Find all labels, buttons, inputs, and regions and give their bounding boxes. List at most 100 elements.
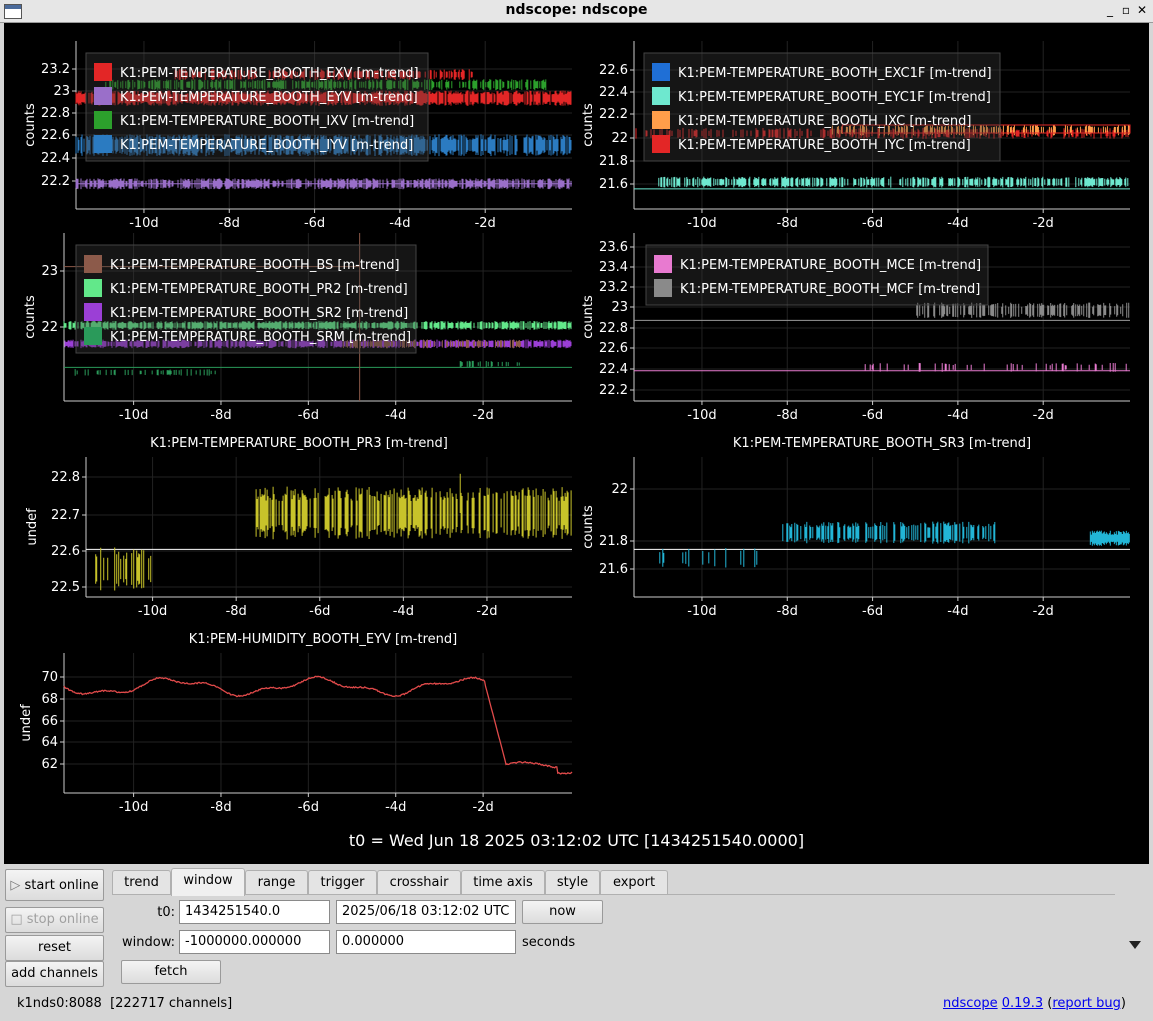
legend-label[interactable]: K1:PEM-TEMPERATURE_BOOTH_MCF [m-trend] [680, 282, 980, 297]
trace-band [1089, 530, 1130, 546]
plot-1-ylabel: counts [23, 103, 38, 147]
plot-area[interactable]: -10d -8d -6d -4d -2d 23.2 23 22.8 22.6 22.4 22.2 co… [4, 23, 1149, 864]
legend-swatch [94, 135, 112, 153]
legend-label[interactable]: K1:PEM-TEMPERATURE_BOOTH_SRM [m-trend] [110, 330, 411, 345]
plot-4-ytick-label: 23.6 [599, 240, 628, 255]
plot-4-ytick-label: 22.6 [599, 341, 628, 356]
add-channels-button[interactable]: add channels [5, 961, 104, 987]
tab-trend[interactable]: trend [112, 870, 171, 895]
plot-5-xtick-label: -2d [476, 604, 497, 619]
maximize-icon[interactable]: ▫ [1118, 2, 1134, 18]
t0-date-input[interactable]: 2025/06/18 03:12:02 UTC [336, 900, 516, 924]
ndscope-link[interactable]: ndscope [943, 996, 998, 1011]
plot-4-ylabel: counts [581, 295, 596, 339]
tab-style[interactable]: style [545, 870, 600, 895]
plot-6-ytick-label: 22 [611, 482, 628, 497]
plot-7-ylabel: undef [19, 704, 34, 742]
trace-band [782, 521, 996, 544]
minimize-icon[interactable]: _ [1102, 2, 1118, 18]
close-icon[interactable]: ✕ [1134, 2, 1150, 18]
plot-7-xtick-label: -2d [472, 800, 493, 815]
plot-5-title: K1:PEM-TEMPERATURE_BOOTH_PR3 [m-trend] [150, 436, 448, 451]
trace-band [74, 369, 216, 376]
plot-7-xtick-label: -8d [210, 800, 231, 815]
window-titlebar: ndscope: ndscope _ ▫ ✕ [0, 0, 1153, 23]
now-button[interactable]: now [522, 900, 603, 924]
tab-trigger[interactable]: trigger [308, 870, 377, 895]
trace-path [255, 486, 572, 540]
trace-path [658, 176, 1129, 188]
legend-label[interactable]: K1:PEM-TEMPERATURE_BOOTH_IYC [m-trend] [678, 138, 971, 153]
tab-range[interactable]: range [245, 870, 308, 895]
plot-6-xtick-label: -8d [777, 604, 798, 619]
tab-window[interactable]: window [171, 868, 245, 896]
legend-swatch [652, 63, 670, 81]
plot-2-xtick-label: -2d [1033, 216, 1054, 231]
plot-6-ytick-label: 21.6 [599, 562, 628, 577]
plot-1-xtick-label: -4d [389, 216, 410, 231]
legend-label[interactable]: K1:PEM-TEMPERATURE_BOOTH_IXV [m-trend] [120, 114, 414, 129]
tab-time-axis[interactable]: time axis [461, 870, 545, 895]
plot-1-ytick-label: 22.8 [41, 106, 70, 121]
plot-1-ytick-label: 22.6 [41, 128, 70, 143]
plot-5-ylabel: undef [25, 508, 40, 546]
tab-crosshair[interactable]: crosshair [377, 870, 461, 895]
stop-online-button[interactable]: □ stop online [5, 907, 104, 933]
plot-5-xtick-label: -6d [309, 604, 330, 619]
legend-label[interactable]: K1:PEM-TEMPERATURE_BOOTH_BS [m-trend] [110, 258, 400, 273]
chevron-down-icon[interactable] [1129, 941, 1141, 949]
stop-online-label: stop online [26, 912, 99, 927]
legend-label[interactable]: K1:PEM-TEMPERATURE_BOOTH_IXC [m-trend] [678, 114, 971, 129]
plot-6-title: K1:PEM-TEMPERATURE_BOOTH_SR3 [m-trend] [733, 436, 1031, 451]
legend-swatch [94, 111, 112, 129]
plot-1-ytick-label: 22.4 [41, 151, 70, 166]
plot-7-ytick-label: 70 [41, 670, 58, 685]
plot-6-ylabel: counts [581, 505, 596, 549]
server-address: k1nds0:8088 [17, 996, 102, 1011]
legend-label[interactable]: K1:PEM-TEMPERATURE_BOOTH_PR2 [m-trend] [110, 282, 408, 297]
control-panel: ▷ start online □ stop online reset add c… [0, 864, 1153, 1021]
plot-2-ytick-label: 22.2 [599, 107, 628, 122]
plot-7-ytick-label: 64 [41, 735, 58, 750]
plot-3-xtick-label: -4d [385, 408, 406, 423]
version-link[interactable]: 0.19.3 [1002, 996, 1043, 1011]
channel-count: [222717 channels] [110, 996, 233, 1011]
plot-4-ytick-label: 23.2 [599, 280, 628, 295]
stop-icon: □ [10, 912, 27, 927]
trace-path [782, 521, 996, 544]
plot-7-xtick-label: -10d [119, 800, 149, 815]
fetch-button[interactable]: fetch [121, 960, 221, 984]
window-end-input[interactable]: 0.000000 [336, 930, 516, 954]
plot-4-xtick-label: -4d [947, 408, 968, 423]
legend-label[interactable]: K1:PEM-TEMPERATURE_BOOTH_SR2 [m-trend] [110, 306, 408, 321]
plot-7-xtick-label: -4d [385, 800, 406, 815]
legend-label[interactable]: K1:PEM-TEMPERATURE_BOOTH_EYV [m-trend] [120, 90, 418, 105]
legend-label[interactable]: K1:PEM-TEMPERATURE_BOOTH_IYV [m-trend] [120, 138, 413, 153]
legend-label[interactable]: K1:PEM-TEMPERATURE_BOOTH_EYC1F [m-trend] [678, 90, 991, 105]
legend-swatch [84, 255, 102, 273]
legend-swatch [84, 303, 102, 321]
start-online-button[interactable]: ▷ start online [5, 869, 104, 901]
legend-swatch [654, 279, 672, 297]
legend-label[interactable]: K1:PEM-TEMPERATURE_BOOTH_EXV [m-trend] [120, 66, 419, 81]
report-bug-link[interactable]: report bug [1052, 996, 1121, 1011]
plot-5-ytick-label: 22.7 [51, 508, 80, 523]
legend-label[interactable]: K1:PEM-TEMPERATURE_BOOTH_EXC1F [m-trend] [678, 66, 992, 81]
plot-3-xtick-label: -10d [119, 408, 149, 423]
legend-label[interactable]: K1:PEM-TEMPERATURE_BOOTH_MCE [m-trend] [680, 258, 981, 273]
plot-1-ytick-label: 22.2 [41, 174, 70, 189]
plot-2-xtick-label: -10d [687, 216, 717, 231]
window-start-input[interactable]: -1000000.000000 [179, 930, 330, 954]
plot-3-ytick-label: 22 [41, 320, 58, 335]
plot-1-xtick-label: -6d [304, 216, 325, 231]
about-links: ndscope 0.19.3 (report bug) [942, 996, 1126, 1011]
t0-gps-input[interactable]: 1434251540.0 [179, 900, 330, 924]
start-online-label: start online [24, 878, 99, 893]
plots-canvas[interactable]: -10d -8d -6d -4d -2d23.22322.822.622.422.2co… [4, 23, 1149, 864]
tab-export[interactable]: export [600, 870, 668, 895]
plot-4-ytick-label: 22.4 [599, 362, 628, 377]
plot-5-ytick-label: 22.8 [51, 470, 80, 485]
plot-4-xtick-label: -8d [777, 408, 798, 423]
reset-button[interactable]: reset [5, 935, 104, 961]
trace-band [459, 360, 520, 368]
